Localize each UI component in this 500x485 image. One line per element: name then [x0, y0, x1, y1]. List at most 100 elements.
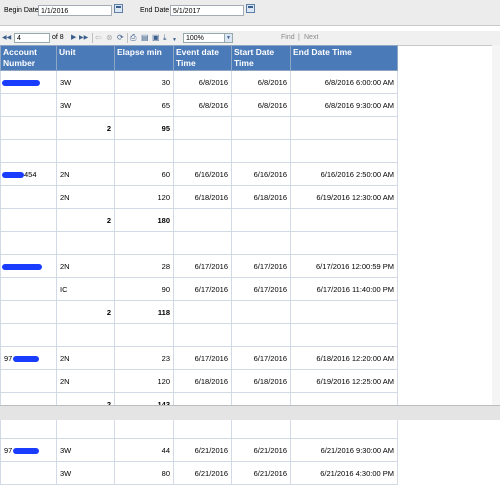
last-page-icon[interactable]: ▶▶ [79, 33, 88, 43]
begin-date-label: Begin Date [4, 7, 39, 14]
table-row: 2N 28 6/17/2016 6/17/2016 6/17/2016 12:0… [0, 254, 398, 278]
export-icon[interactable]: ⤓ [163, 33, 167, 43]
account-cell [0, 93, 57, 117]
end-date-cell: 6/8/2016 9:30:00 AM [290, 93, 398, 117]
count-cell: 2 [56, 116, 115, 140]
end-date-cell: 6/19/2016 12:30:00 AM [290, 185, 398, 209]
begin-date-field[interactable]: 1/1/2016 [38, 5, 112, 16]
account-cell [0, 70, 57, 94]
account-cell [0, 369, 57, 393]
find-next-link[interactable]: Next [304, 34, 318, 41]
start-date-cell: 6/16/2016 [231, 162, 291, 186]
column-header: Elapse min [114, 45, 174, 71]
event-date-cell: 6/17/2016 [173, 254, 232, 278]
unit-cell: 3W [56, 70, 115, 94]
event-date-cell: 6/8/2016 [173, 70, 232, 94]
spacer-row [0, 231, 398, 255]
table-row: IC 90 6/17/2016 6/17/2016 6/17/2016 11:4… [0, 277, 398, 301]
horizontal-scrollbar[interactable] [0, 405, 500, 420]
end-date-cell: 6/21/2016 9:30:00 AM [290, 438, 398, 462]
back-icon[interactable]: ⇦ [95, 33, 102, 43]
toolbar-divider [92, 33, 93, 43]
redaction-mark [2, 171, 24, 178]
column-header: Unit [56, 45, 115, 71]
table-row: 3W 30 6/8/2016 6/8/2016 6/8/2016 6:00:00… [0, 70, 398, 94]
unit-cell: IC [56, 277, 115, 301]
column-header: Event date Time [173, 45, 232, 71]
first-page-icon[interactable]: ◀◀ [2, 33, 11, 43]
export-dropdown-icon[interactable]: ▼ [172, 35, 177, 45]
unit-cell: 2N [56, 346, 115, 370]
end-date-cell: 6/19/2016 12:25:00 AM [290, 369, 398, 393]
table-row: 454 2N 60 6/16/2016 6/16/2016 6/16/2016 … [0, 162, 398, 186]
unit-cell: 3W [56, 93, 115, 117]
next-page-icon[interactable]: ▶ [71, 33, 76, 43]
column-header: Account Number [0, 45, 57, 71]
end-date-cell: 6/17/2016 12:00:59 PM [290, 254, 398, 278]
unit-cell: 2N [56, 185, 115, 209]
table-header-row: Account Number Unit Elapse min Event dat… [0, 45, 398, 71]
start-date-cell: 6/17/2016 [231, 346, 291, 370]
table-row: 2N 120 6/18/2016 6/18/2016 6/19/2016 12:… [0, 369, 398, 393]
event-date-cell: 6/21/2016 [173, 438, 232, 462]
event-date-cell: 6/8/2016 [173, 93, 232, 117]
end-date-calendar-icon[interactable] [246, 4, 255, 13]
spacer-row [0, 139, 398, 163]
event-date-cell: 6/16/2016 [173, 162, 232, 186]
elapse-cell: 65 [114, 93, 174, 117]
find-separator: | [298, 34, 300, 41]
chevron-down-icon: ▼ [224, 34, 232, 42]
end-date-cell: 6/16/2016 2:50:00 AM [290, 162, 398, 186]
parameter-bar: Begin Date 1/1/2016 End Date 5/1/2017 [0, 0, 500, 26]
account-cell [0, 461, 57, 485]
unit-cell: 2N [56, 254, 115, 278]
find-link[interactable]: Find [281, 34, 295, 41]
account-cell [0, 277, 57, 301]
print-icon[interactable]: ⎙ [130, 33, 136, 43]
count-cell: 2 [56, 300, 115, 324]
start-date-cell: 6/8/2016 [231, 70, 291, 94]
page-count-label: of 8 [52, 34, 64, 41]
account-cell: 454 [0, 162, 57, 186]
elapse-cell: 28 [114, 254, 174, 278]
subtotal-row: 2 118 [0, 300, 398, 324]
table-row: 2N 120 6/18/2016 6/18/2016 6/19/2016 12:… [0, 185, 398, 209]
unit-cell: 2N [56, 369, 115, 393]
end-date-cell: 6/18/2016 12:20:00 AM [290, 346, 398, 370]
unit-cell: 3W [56, 461, 115, 485]
event-date-cell: 6/18/2016 [173, 185, 232, 209]
spacer-row [0, 323, 398, 347]
stop-icon[interactable]: ⊗ [106, 33, 113, 43]
unit-cell: 3W [56, 438, 115, 462]
elapse-cell: 44 [114, 438, 174, 462]
zoom-select[interactable]: 100% ▼ [183, 33, 233, 43]
elapse-cell: 80 [114, 461, 174, 485]
end-date-field[interactable]: 5/1/2017 [170, 5, 244, 16]
start-date-cell: 6/21/2016 [231, 461, 291, 485]
print-layout-icon[interactable]: ▤ [141, 33, 149, 43]
elapse-cell: 60 [114, 162, 174, 186]
begin-date-calendar-icon[interactable] [114, 4, 123, 13]
event-date-cell: 6/17/2016 [173, 346, 232, 370]
zoom-value: 100% [186, 35, 204, 42]
total-cell: 118 [114, 300, 174, 324]
table-row: 97 2N 23 6/17/2016 6/17/2016 6/18/2016 1… [0, 346, 398, 370]
subtotal-row: 2 95 [0, 116, 398, 140]
redaction-mark [2, 263, 42, 270]
elapse-cell: 120 [114, 369, 174, 393]
account-cell: 97 [0, 346, 57, 370]
start-date-cell: 6/18/2016 [231, 369, 291, 393]
refresh-icon[interactable]: ⟳ [117, 33, 124, 43]
page-number-input[interactable]: 4 [14, 33, 50, 43]
vertical-scrollbar[interactable] [492, 45, 500, 405]
event-date-cell: 6/17/2016 [173, 277, 232, 301]
start-date-cell: 6/21/2016 [231, 438, 291, 462]
end-date-cell: 6/8/2016 6:00:00 AM [290, 70, 398, 94]
end-date-cell: 6/21/2016 4:30:00 PM [290, 461, 398, 485]
page-setup-icon[interactable]: ▣ [152, 33, 160, 43]
account-cell [0, 254, 57, 278]
count-cell: 2 [56, 208, 115, 232]
table-row: 3W 80 6/21/2016 6/21/2016 6/21/2016 4:30… [0, 461, 398, 485]
total-cell: 95 [114, 116, 174, 140]
start-date-cell: 6/18/2016 [231, 185, 291, 209]
